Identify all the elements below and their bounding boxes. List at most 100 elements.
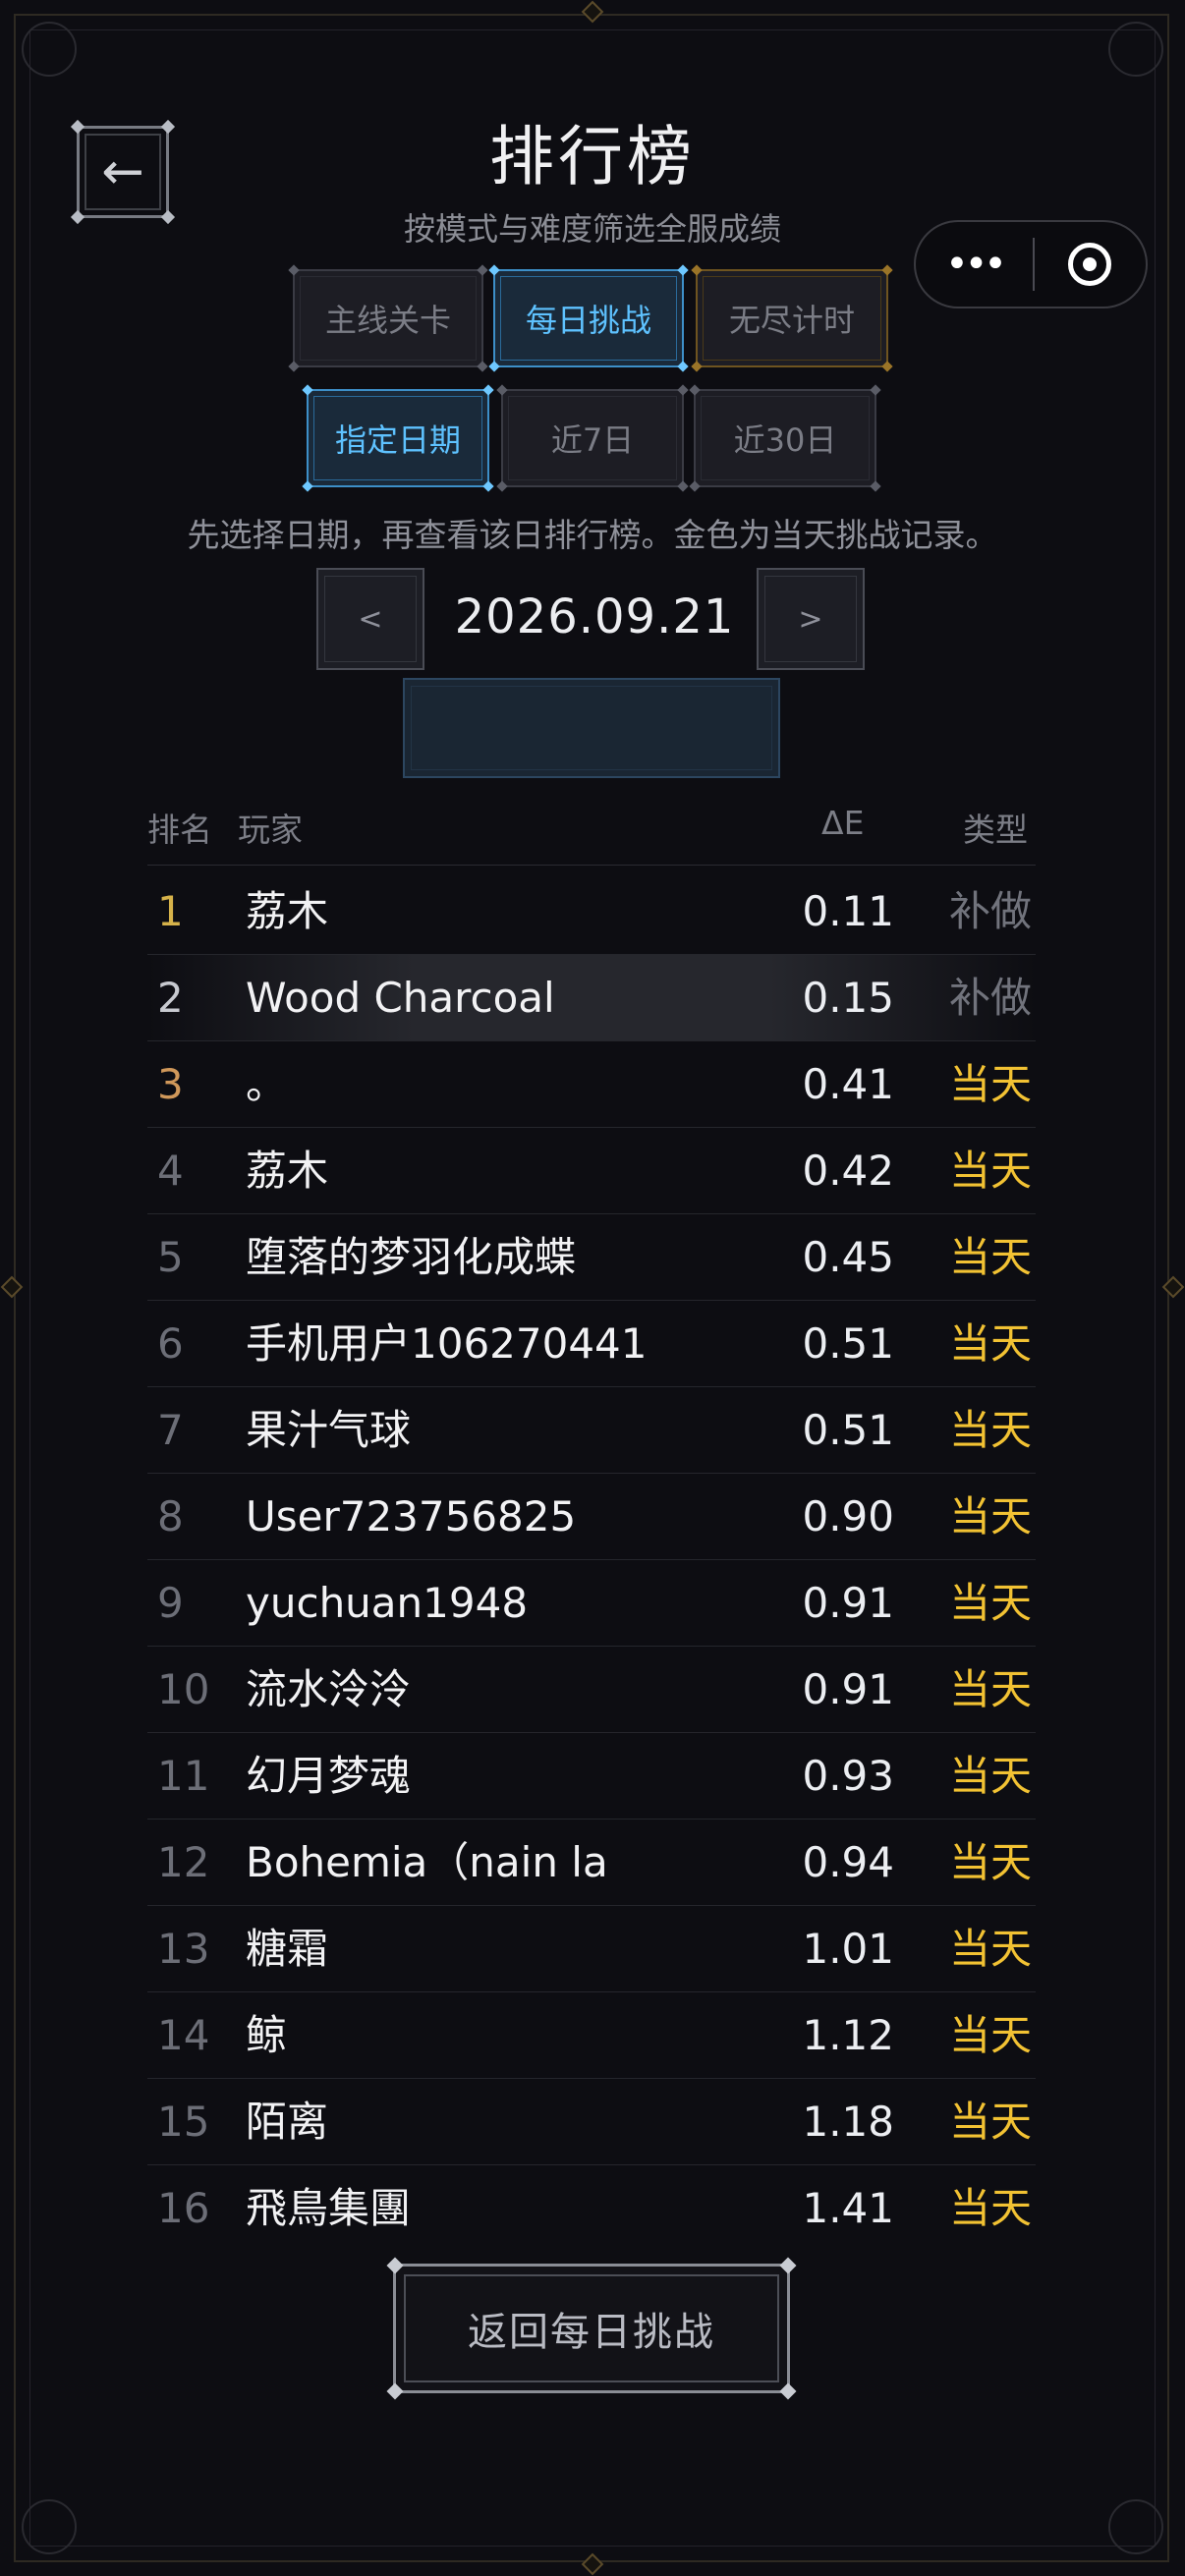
rank: 7	[157, 1406, 184, 1454]
rank: 12	[157, 1838, 210, 1886]
record-type: 当天	[948, 1579, 1032, 1627]
rank: 14	[157, 2011, 210, 2059]
tab-main-levels[interactable]: 主线关卡	[288, 264, 488, 372]
table-row[interactable]: 11 幻月梦魂 0.93 当天	[147, 1733, 1036, 1820]
player-name: 陌离	[246, 2098, 329, 2146]
player-name: Wood Charcoal	[246, 974, 555, 1022]
tab-label: 主线关卡	[324, 302, 451, 339]
chevron-left-icon: <	[358, 601, 383, 637]
table-row[interactable]: 6 手机用户106270441 0.51 当天	[147, 1301, 1036, 1387]
header-player: 玩家	[238, 811, 303, 849]
rank: 13	[157, 1925, 210, 1973]
delta-e: 0.51	[802, 1406, 894, 1454]
player-name: 果汁气球	[246, 1406, 412, 1454]
table-row[interactable]: 7 果汁气球 0.51 当天	[147, 1387, 1036, 1474]
corner-ornament	[1108, 22, 1163, 77]
tab-last-7-days[interactable]: 近7日	[496, 384, 689, 492]
miniprogram-capsule: •••	[914, 220, 1148, 308]
tab-specific-date[interactable]: 指定日期	[302, 384, 494, 492]
player-name: yuchuan1948	[246, 1579, 529, 1627]
table-header: 排名 玩家 ΔE 类型	[147, 804, 1036, 859]
corner-ornament	[1108, 2499, 1163, 2554]
player-name: 糖霜	[246, 1925, 329, 1973]
corner-ornament	[22, 2499, 77, 2554]
table-row[interactable]: 8 User723756825 0.90 当天	[147, 1474, 1036, 1560]
delta-e: 0.11	[802, 887, 894, 935]
leaderboard-list: 1 荔木 0.11 补做 2 Wood Charcoal 0.15 补做 3 。…	[147, 868, 1036, 2252]
return-daily-challenge-button[interactable]: 返回每日挑战	[386, 2257, 797, 2400]
rank: 5	[157, 1233, 184, 1281]
selected-date: 2026.09.21	[454, 589, 735, 644]
rank: 1	[157, 887, 184, 935]
date-picker[interactable]	[403, 678, 780, 778]
record-type: 当天	[948, 2098, 1032, 2146]
record-type: 当天	[948, 2184, 1032, 2232]
tab-last-30-days[interactable]: 近30日	[689, 384, 881, 492]
player-name: 。	[246, 1060, 288, 1108]
delta-e: 0.51	[802, 1319, 894, 1368]
rank: 16	[157, 2184, 210, 2232]
player-name: 幻月梦魂	[246, 1752, 412, 1800]
delta-e: 0.15	[802, 974, 894, 1022]
header-rank: 排名	[147, 811, 212, 849]
prev-date-button[interactable]: <	[316, 568, 424, 670]
rank: 6	[157, 1319, 184, 1368]
record-type: 当天	[948, 1406, 1032, 1454]
tab-label: 每日挑战	[525, 302, 651, 339]
rank: 11	[157, 1752, 210, 1800]
table-row[interactable]: 4 荔木 0.42 当天	[147, 1128, 1036, 1214]
delta-e: 0.42	[802, 1147, 894, 1195]
record-type: 当天	[948, 1492, 1032, 1540]
delta-e: 0.91	[802, 1665, 894, 1713]
tab-endless-timer[interactable]: 无尽计时	[691, 264, 893, 372]
delta-e: 1.01	[802, 1925, 894, 1973]
player-name: 荔木	[246, 1147, 329, 1195]
tab-label: 指定日期	[334, 421, 461, 459]
player-name: 飛鳥集團	[246, 2184, 412, 2232]
header-de: ΔE	[821, 804, 865, 842]
table-row[interactable]: 14 鲸 1.12 当天	[147, 1992, 1036, 2079]
table-row[interactable]: 15 陌离 1.18 当天	[147, 2079, 1036, 2165]
chevron-right-icon: >	[798, 601, 823, 637]
record-type: 当天	[948, 1060, 1032, 1108]
table-row[interactable]: 9 yuchuan1948 0.91 当天	[147, 1560, 1036, 1647]
table-row[interactable]: 5 堕落的梦羽化成蝶 0.45 当天	[147, 1214, 1036, 1301]
more-icon[interactable]: •••	[916, 242, 1033, 287]
table-row[interactable]: 10 流水泠泠 0.91 当天	[147, 1647, 1036, 1733]
record-type: 当天	[948, 1319, 1032, 1368]
close-miniprogram-button[interactable]	[1035, 243, 1146, 286]
tab-daily-challenge[interactable]: 每日挑战	[488, 264, 689, 372]
player-name: 荔木	[246, 887, 329, 935]
delta-e: 0.41	[802, 1060, 894, 1108]
table-row[interactable]: 16 飛鳥集團 1.41 当天	[147, 2165, 1036, 2252]
record-type: 当天	[948, 1147, 1032, 1195]
rank: 15	[157, 2098, 210, 2146]
tab-label: 近30日	[733, 421, 837, 459]
record-type: 补做	[948, 887, 1032, 935]
table-row[interactable]: 2 Wood Charcoal 0.15 补做	[147, 955, 1036, 1041]
table-row[interactable]: 3 。 0.41 当天	[147, 1041, 1036, 1128]
record-type: 当天	[948, 2011, 1032, 2059]
record-type: 当天	[948, 1838, 1032, 1886]
player-name: 流水泠泠	[246, 1665, 412, 1713]
rank: 9	[157, 1579, 184, 1627]
rank: 3	[157, 1060, 184, 1108]
header-type: 类型	[963, 811, 1028, 849]
player-name: User723756825	[246, 1492, 577, 1540]
record-type: 当天	[948, 1233, 1032, 1281]
rank: 8	[157, 1492, 184, 1540]
record-type: 补做	[948, 974, 1032, 1022]
delta-e: 0.93	[802, 1752, 894, 1800]
table-row[interactable]: 1 荔木 0.11 补做	[147, 868, 1036, 955]
table-row[interactable]: 13 糖霜 1.01 当天	[147, 1906, 1036, 1992]
table-row[interactable]: 12 Bohemia（nain la 0.94 当天	[147, 1820, 1036, 1906]
next-date-button[interactable]: >	[757, 568, 865, 670]
delta-e: 1.18	[802, 2098, 894, 2146]
record-type: 当天	[948, 1752, 1032, 1800]
rank: 2	[157, 974, 184, 1022]
page-title: 排行榜	[489, 119, 696, 195]
player-name: 堕落的梦羽化成蝶	[246, 1233, 577, 1281]
target-ring-icon	[1068, 243, 1112, 286]
player-name: 手机用户106270441	[246, 1319, 648, 1368]
delta-e: 0.91	[802, 1579, 894, 1627]
